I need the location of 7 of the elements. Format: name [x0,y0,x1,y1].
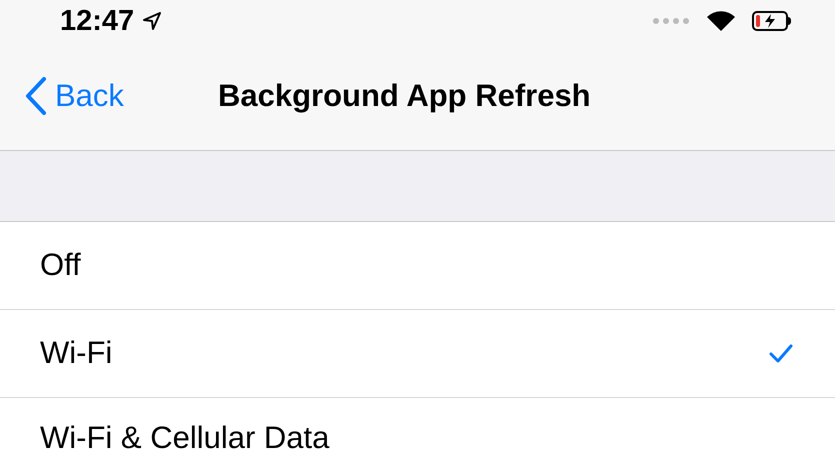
signal-dots-icon [652,17,690,25]
location-arrow-icon [142,11,162,31]
clock-time: 12:47 [60,6,134,36]
screen-title: Background App Refresh [218,76,591,115]
back-button[interactable]: Back [0,72,124,120]
chevron-left-icon [25,77,47,115]
wifi-icon [706,10,736,32]
